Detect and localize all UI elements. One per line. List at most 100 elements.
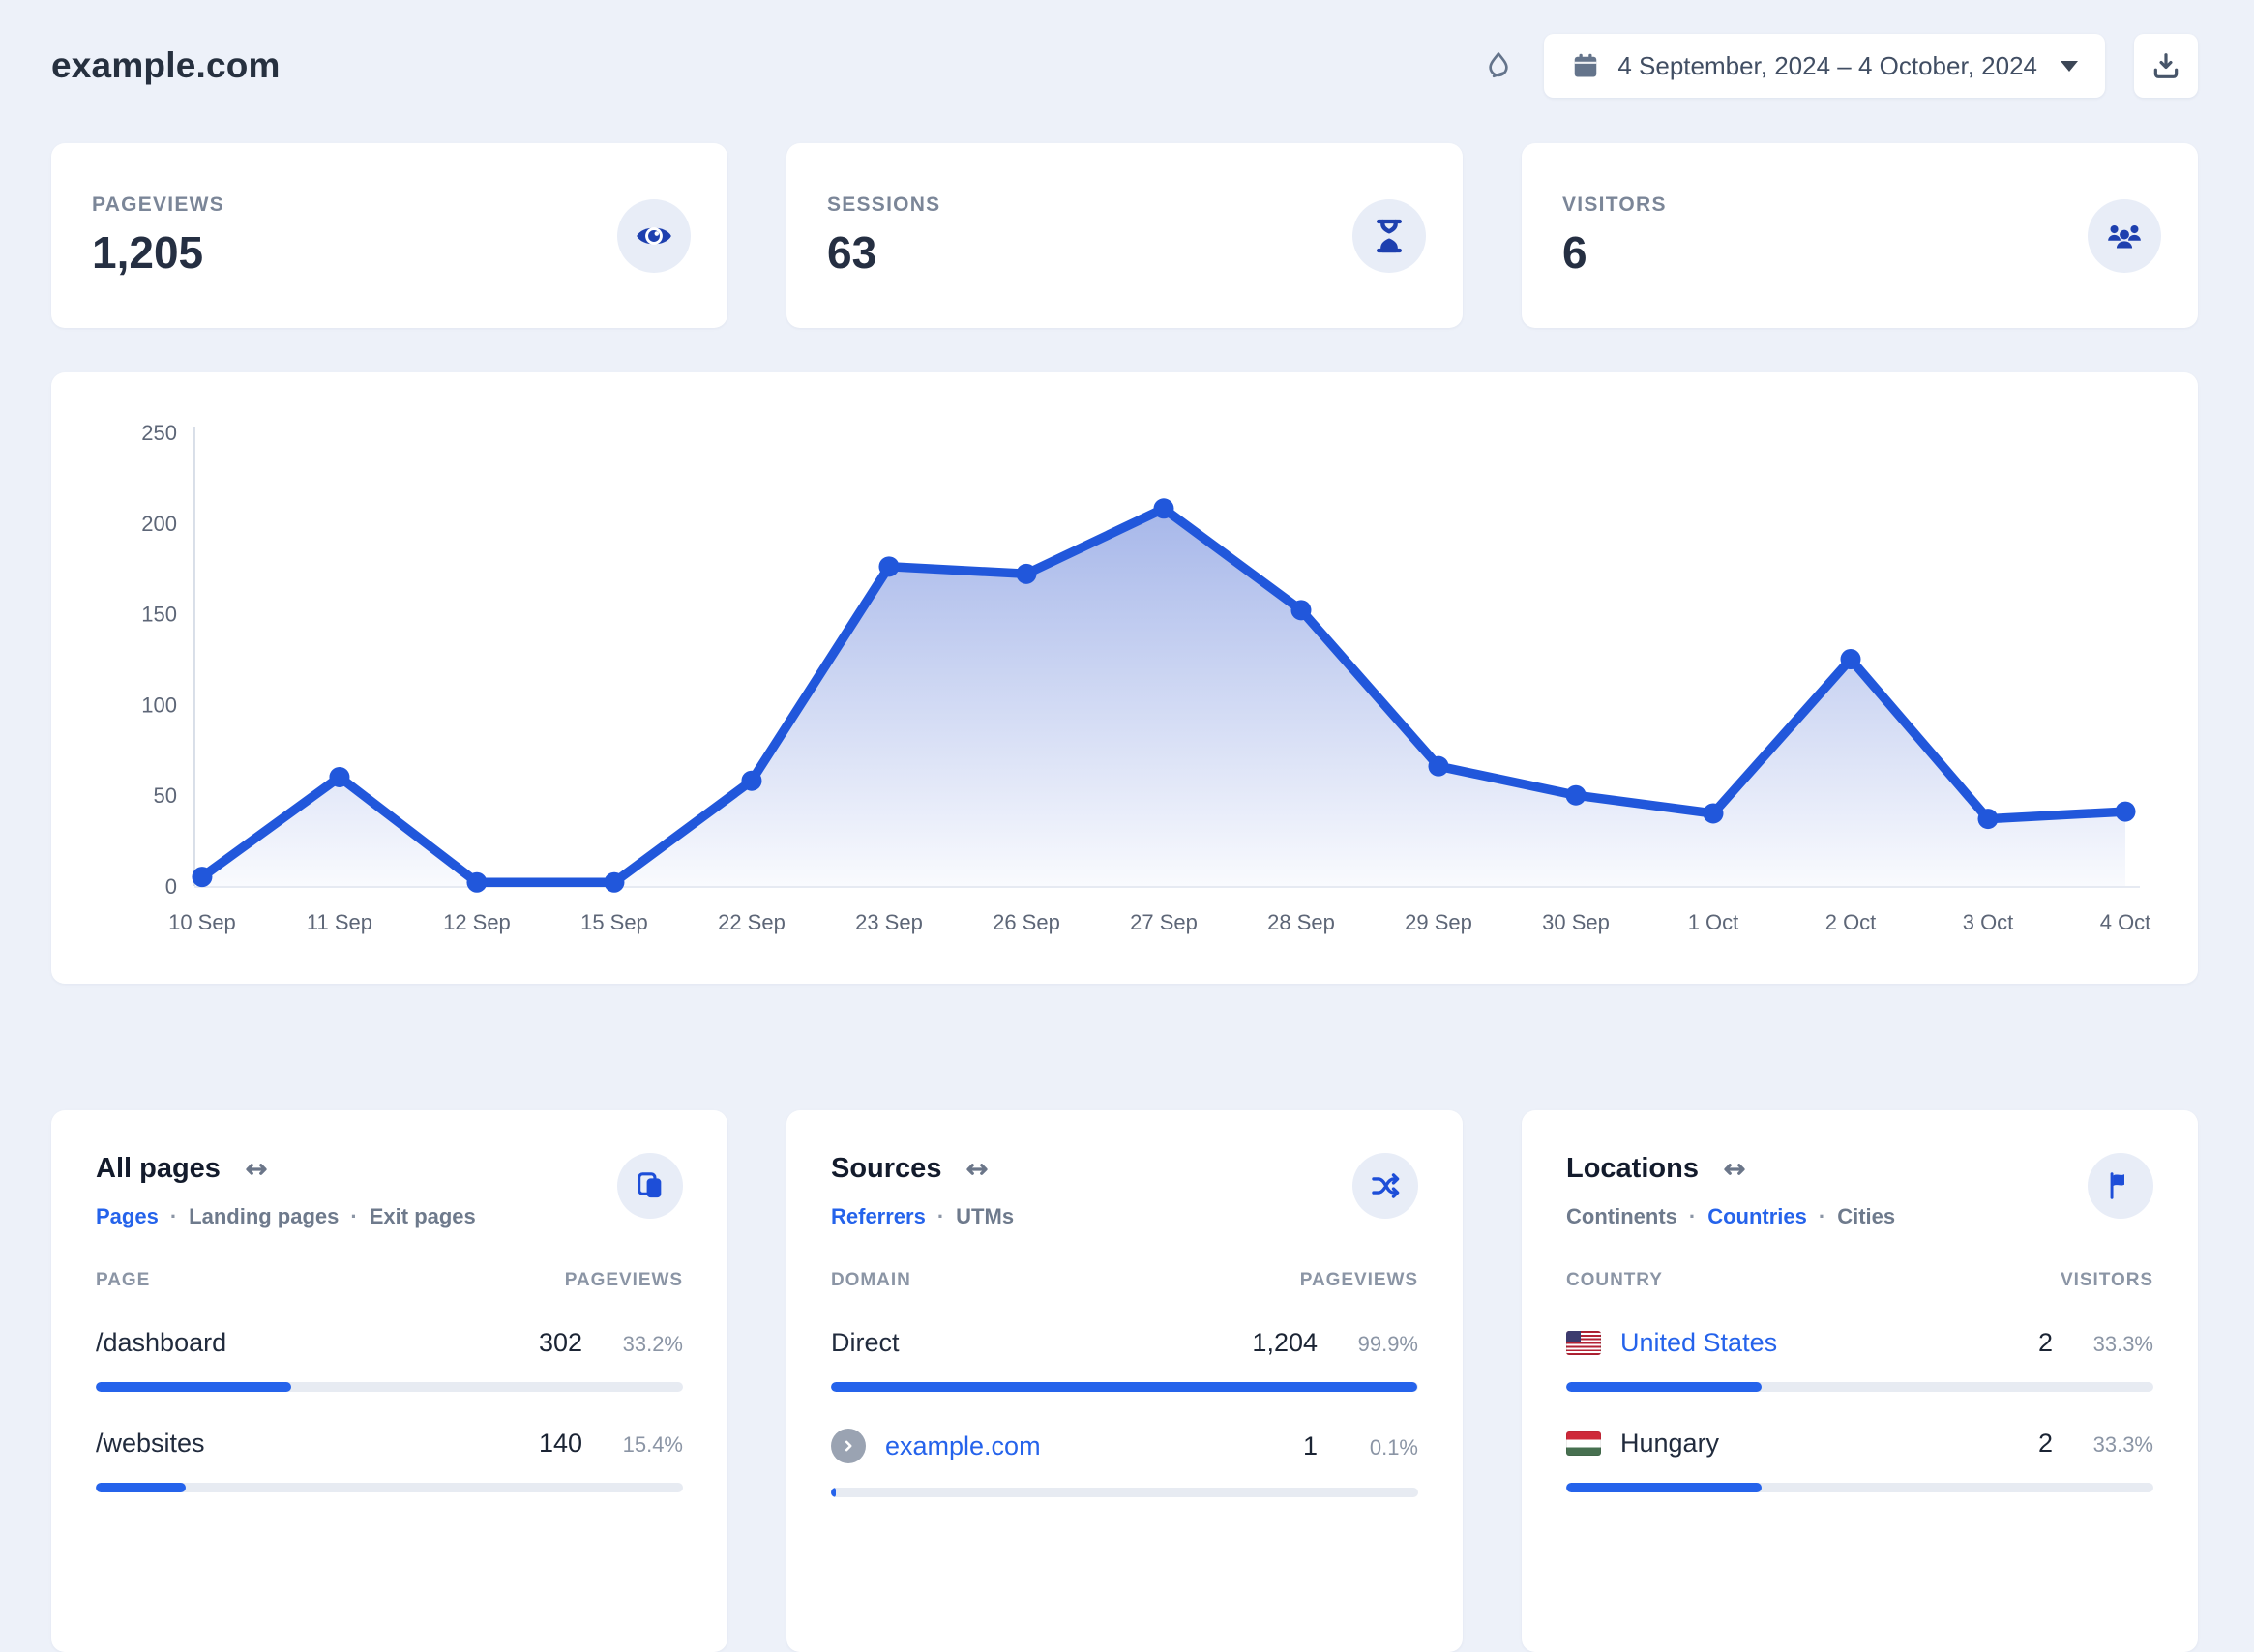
stat-value: 1,205 (92, 226, 204, 278)
page-title: example.com (51, 45, 281, 85)
eraser-icon[interactable] (1482, 49, 1515, 82)
progress-track (96, 1483, 683, 1492)
column-header: COUNTRY (1566, 1270, 1663, 1290)
svg-text:100: 100 (141, 693, 177, 717)
tab-cities[interactable]: Cities (1837, 1204, 1895, 1229)
svg-text:27 Sep: 27 Sep (1130, 910, 1198, 934)
source-link[interactable]: example.com (831, 1429, 1041, 1463)
hungary-flag-icon (1566, 1431, 1601, 1456)
progress-fill (1566, 1382, 1763, 1392)
progress-track (1566, 1382, 2153, 1392)
eye-icon (617, 198, 691, 273)
svg-text:15 Sep: 15 Sep (580, 910, 648, 934)
swap-arrow-icon[interactable] (963, 1155, 992, 1184)
svg-text:29 Sep: 29 Sep (1405, 910, 1472, 934)
column-header: PAGEVIEWS (1299, 1270, 1418, 1290)
chevron-right-icon[interactable] (831, 1429, 866, 1463)
stat-label: PAGEVIEWS (92, 192, 224, 216)
row-percent: 33.2% (622, 1332, 683, 1356)
progress-track (831, 1488, 1418, 1497)
hourglass-icon (1352, 198, 1426, 273)
stat-value: 6 (1562, 226, 1587, 278)
row-percent: 99.9% (1357, 1332, 1418, 1356)
svg-text:12 Sep: 12 Sep (443, 910, 511, 934)
caret-down-icon (2061, 60, 2078, 72)
panel-all-pages: All pages Pages · Landing pages · Exit p… (51, 1110, 727, 1652)
tab-separator: · (936, 1204, 945, 1228)
page-name[interactable]: /websites (96, 1429, 205, 1459)
date-range-picker[interactable]: 4 September, 2024 – 4 October, 2024 (1544, 34, 2105, 98)
page-name[interactable]: /dashboard (96, 1328, 226, 1358)
header-actions: 4 September, 2024 – 4 October, 2024 (1482, 34, 2198, 98)
svg-text:26 Sep: 26 Sep (993, 910, 1060, 934)
swap-arrow-icon[interactable] (242, 1155, 271, 1184)
tab-landing-pages[interactable]: Landing pages (189, 1204, 339, 1229)
tab-exit-pages[interactable]: Exit pages (370, 1204, 476, 1229)
panel-title: All pages (96, 1153, 221, 1184)
us-flag-icon (1566, 1331, 1601, 1355)
svg-text:22 Sep: 22 Sep (718, 910, 786, 934)
row-percent: 15.4% (622, 1432, 683, 1457)
calendar-icon (1571, 51, 1600, 80)
source-name[interactable]: example.com (885, 1431, 1041, 1461)
table-row: /dashboard 302 33.2% (96, 1328, 683, 1392)
date-range-label: 4 September, 2024 – 4 October, 2024 (1617, 50, 2037, 80)
shuffle-icon[interactable] (1352, 1153, 1418, 1219)
stat-label: VISITORS (1562, 192, 1667, 216)
header: example.com 4 September, 2024 – 4 Octobe… (51, 21, 2198, 110)
tab-separator: · (1818, 1204, 1826, 1228)
progress-track (831, 1382, 1418, 1392)
country-name[interactable]: United States (1620, 1328, 1777, 1358)
svg-text:50: 50 (153, 783, 176, 808)
svg-text:200: 200 (141, 512, 177, 536)
tab-continents[interactable]: Continents (1566, 1204, 1677, 1229)
svg-text:1 Oct: 1 Oct (1688, 910, 1739, 934)
pageviews-area-chart: 0 50 100 150 200 250 10 Sep 11 Sep 12 Sep 15 Sep 2… (141, 421, 2151, 934)
svg-text:23 Sep: 23 Sep (855, 910, 923, 934)
source-name: Direct (831, 1328, 900, 1357)
svg-text:30 Sep: 30 Sep (1542, 910, 1610, 934)
download-button[interactable] (2134, 34, 2198, 98)
stat-label: SESSIONS (827, 192, 941, 216)
pages-table: PAGE PAGEVIEWS /dashboard 302 33.2% /web… (96, 1270, 683, 1492)
stat-value: 63 (827, 226, 877, 278)
table-row: example.com 1 0.1% (831, 1429, 1418, 1497)
tab-separator: · (350, 1204, 358, 1228)
pages-copy-icon[interactable] (617, 1153, 683, 1219)
country-label: Hungary (1566, 1429, 1719, 1459)
svg-text:150: 150 (141, 603, 177, 627)
progress-track (1566, 1483, 2153, 1492)
stat-card-visitors: VISITORS 6 (1522, 143, 2198, 328)
tab-separator: · (1688, 1204, 1697, 1228)
svg-text:4 Oct: 4 Oct (2100, 910, 2151, 934)
svg-text:0: 0 (165, 874, 177, 899)
panels-row: All pages Pages · Landing pages · Exit p… (51, 1110, 2198, 1652)
panel-title: Locations (1566, 1153, 1699, 1184)
svg-text:2 Oct: 2 Oct (1825, 910, 1877, 934)
tab-countries[interactable]: Countries (1707, 1204, 1807, 1229)
panel-locations: Locations Continents · Countries · Citie… (1522, 1110, 2198, 1652)
row-value: 1,204 (1252, 1328, 1318, 1357)
row-value: 140 (538, 1429, 582, 1458)
pageviews-chart-card: 0 50 100 150 200 250 10 Sep 11 Sep 12 Sep 15 Sep 2… (51, 372, 2198, 984)
column-header: DOMAIN (831, 1270, 911, 1290)
row-value: 2 (2037, 1429, 2053, 1458)
svg-text:250: 250 (141, 421, 177, 445)
stat-card-pageviews: PAGEVIEWS 1,205 (51, 143, 727, 328)
tab-referrers[interactable]: Referrers (831, 1204, 926, 1229)
swap-arrow-icon[interactable] (1720, 1155, 1749, 1184)
tab-pages[interactable]: Pages (96, 1204, 159, 1229)
country-name: Hungary (1620, 1429, 1720, 1458)
tab-utms[interactable]: UTMs (956, 1204, 1014, 1229)
users-icon (2088, 198, 2161, 273)
stats-row: PAGEVIEWS 1,205 SESSIONS 63 VISITORS 6 (51, 143, 2198, 328)
sources-table: DOMAIN PAGEVIEWS Direct 1,204 99.9% exam… (831, 1270, 1418, 1497)
progress-fill (1566, 1483, 1763, 1492)
analytics-dashboard: example.com 4 September, 2024 – 4 Octobe… (0, 0, 2254, 1652)
progress-fill (831, 1382, 1418, 1392)
progress-fill (831, 1488, 836, 1497)
flag-icon[interactable] (2088, 1153, 2153, 1219)
svg-text:3 Oct: 3 Oct (1963, 910, 2014, 934)
progress-fill (96, 1483, 187, 1492)
country-link[interactable]: United States (1566, 1328, 1777, 1358)
